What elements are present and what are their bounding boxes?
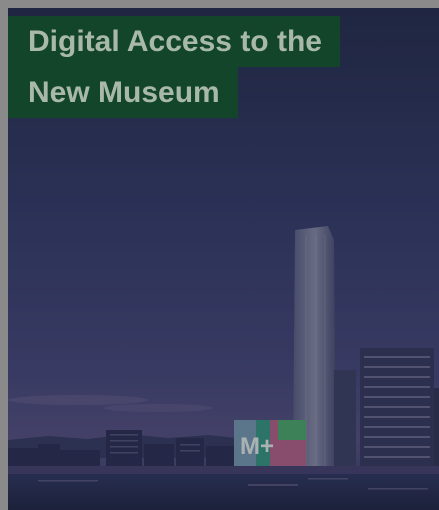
title-line-2: New Museum — [8, 67, 238, 118]
title-line-1: Digital Access to the — [8, 16, 340, 67]
page-title: Digital Access to the New Museum — [8, 16, 340, 118]
hero-banner[interactable]: M+ Digital Access to the New Museum — [8, 8, 439, 510]
